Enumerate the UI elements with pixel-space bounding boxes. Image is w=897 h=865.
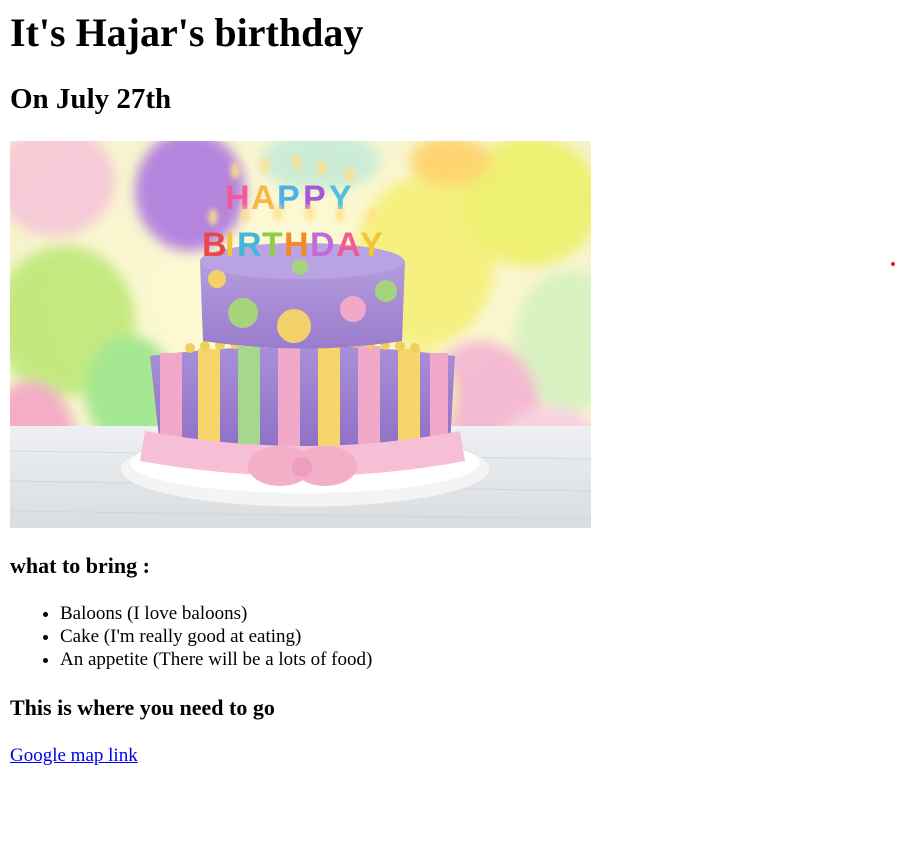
page-title: It's Hajar's birthday	[10, 10, 364, 55]
what-to-bring-heading: what to bring :	[10, 553, 150, 578]
svg-text:T: T	[262, 226, 283, 264]
svg-text:I: I	[225, 226, 234, 264]
svg-text:H: H	[284, 226, 309, 264]
page-subtitle: On July 27th	[10, 83, 172, 115]
svg-text:A: A	[336, 226, 361, 264]
google-map-link[interactable]: Google map link	[10, 744, 138, 768]
svg-text:A: A	[251, 179, 276, 217]
list-item: Cake (I'm really good at eating)	[60, 625, 372, 648]
directions-heading: This is where you need to go	[10, 695, 275, 720]
birthday-cake-image: H A P P Y B I R T H D A Y	[10, 141, 591, 528]
bring-list: Baloons (I love baloons) Cake (I'm reall…	[10, 602, 372, 671]
svg-text:Y: Y	[360, 226, 383, 264]
svg-text:B: B	[202, 226, 227, 264]
list-item: An appetite (There will be a lots of foo…	[60, 648, 372, 671]
svg-text:R: R	[237, 226, 262, 264]
list-item: Baloons (I love baloons)	[60, 602, 372, 625]
cursor-dot	[891, 262, 895, 266]
svg-text:D: D	[310, 226, 335, 264]
